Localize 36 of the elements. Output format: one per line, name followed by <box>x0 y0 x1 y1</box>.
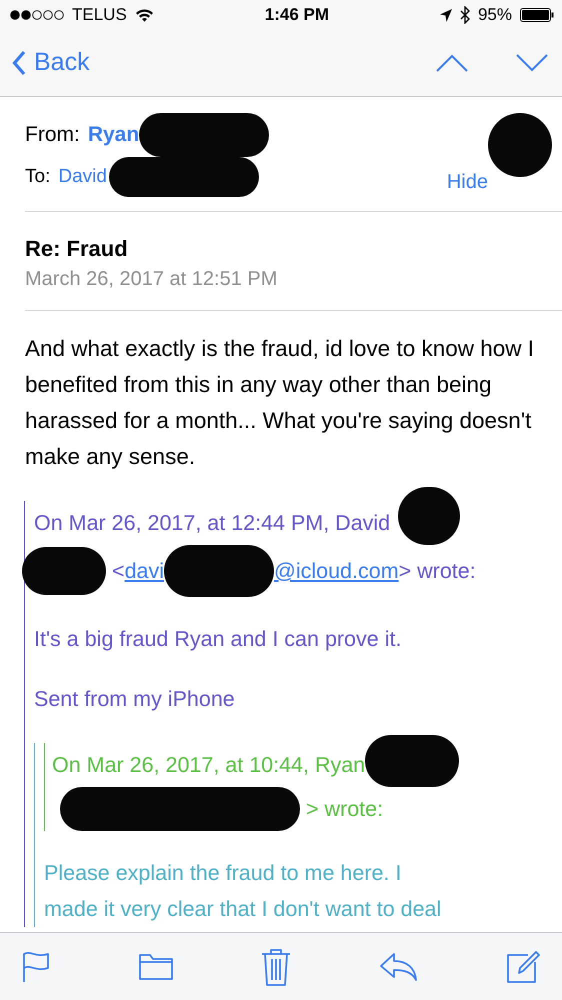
quote-text: made it very clear that I don't want to deal <box>44 896 442 923</box>
quote-text: Please explain the fraud to me here. I <box>44 860 402 887</box>
quote-header: On Mar 26, 2017, at 12:44 PM, David <box>34 510 390 537</box>
location-arrow-icon <box>440 8 452 22</box>
battery-percent: 95% <box>478 4 512 26</box>
hide-button[interactable]: Hide <box>446 167 488 197</box>
email-link[interactable]: @icloud.com <box>274 553 399 589</box>
message-date: March 26, 2017 at 12:51 PM <box>25 267 278 292</box>
trash-button[interactable] <box>261 948 291 986</box>
previous-message-button[interactable] <box>436 54 468 72</box>
flag-button[interactable] <box>22 950 50 982</box>
to-label: To: <box>25 164 50 189</box>
sender-name[interactable]: Ryan <box>88 119 140 151</box>
compose-button[interactable] <box>506 950 540 984</box>
signal-icon <box>10 10 64 20</box>
bluetooth-icon <box>460 6 470 24</box>
wrote-text: > wrote: <box>306 796 384 823</box>
folder-button[interactable] <box>138 952 172 980</box>
wrote-text: > wrote: <box>398 558 476 585</box>
from-label: From: <box>25 122 80 148</box>
quote-text: It's a big fraud Ryan and I can prove it. <box>34 626 402 653</box>
status-time: 1:46 PM <box>264 4 329 26</box>
bracket-text: < <box>112 558 125 585</box>
battery-icon <box>520 8 554 22</box>
email-link[interactable]: davi <box>124 553 164 589</box>
wifi-icon <box>134 8 154 22</box>
next-message-button[interactable] <box>516 54 548 72</box>
recipient-name[interactable]: David <box>58 162 107 192</box>
message-body: And what exactly is the fraud, id love to know how I benefited from this in any way other than being harassed for a month... What you're saying doesn't make any sense. <box>25 335 536 471</box>
subject-title: Re: Fraud <box>25 235 129 263</box>
quote-header: On Mar 26, 2017, at 10:44, Ryan <box>52 752 366 779</box>
reply-button[interactable] <box>380 952 418 982</box>
quote-text: Sent from my iPhone <box>34 686 236 713</box>
chevron-icon <box>12 50 26 76</box>
back-button[interactable]: Back <box>12 44 90 82</box>
carrier-name: TELUS <box>72 4 127 26</box>
